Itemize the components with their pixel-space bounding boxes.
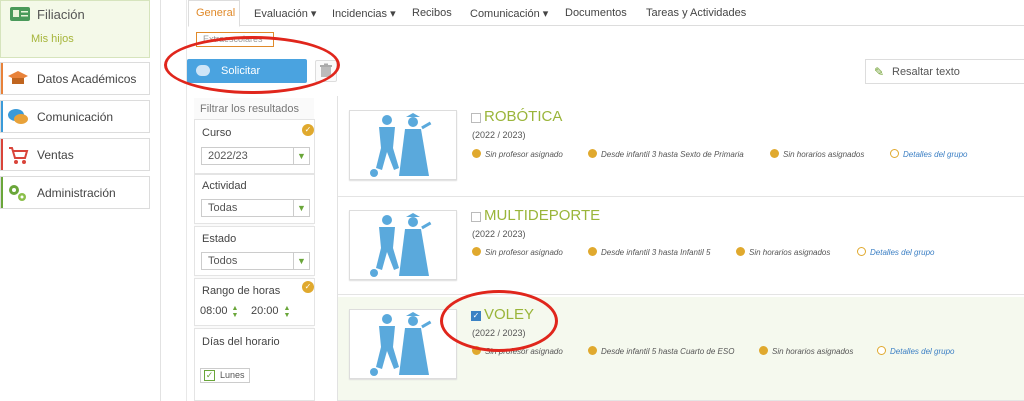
activity-year: (2022 / 2023) — [472, 130, 526, 140]
checkbox-lunes[interactable]: ✓ Lunes — [200, 368, 250, 383]
activity-profesor: Sin profesor asignado — [472, 149, 563, 159]
filter-curso-label: Curso — [202, 127, 232, 139]
detalles-grupo-link[interactable]: Detalles del grupo — [857, 247, 934, 257]
sidebar-item-label: Ventas — [37, 148, 74, 162]
tab-documentos[interactable]: Documentos — [565, 7, 627, 19]
sports-graduate-silhouette-icon — [370, 113, 432, 177]
check-badge-icon: ✓ — [302, 281, 314, 293]
spinner-arrows-icon[interactable]: ▲ ▼ — [230, 305, 240, 320]
detalles-grupo-link[interactable]: Detalles del grupo — [877, 346, 954, 356]
activity-horario: Sin horarios asignados — [770, 149, 864, 159]
sports-graduate-silhouette-icon — [370, 312, 432, 376]
user-icon — [472, 149, 481, 158]
sidebar-item-label: Administración — [37, 186, 116, 200]
sidebar: Filiación Mis hijos Datos Académicos Com… — [0, 0, 152, 401]
sidebar-item-ventas[interactable]: Ventas — [0, 138, 150, 171]
graduation-cap-icon — [8, 71, 28, 84]
check-badge-icon: ✓ — [302, 124, 314, 136]
subtab-extraescolares[interactable]: Extraescolares — [196, 32, 274, 47]
curso-value: 2022/23 — [208, 150, 248, 162]
gears-icon — [9, 185, 26, 201]
plus-circle-icon — [890, 149, 899, 158]
activity-rango: Desde infantil 5 hasta Cuarto de ESO — [588, 346, 734, 356]
estado-value: Todos — [208, 255, 238, 267]
tab-comunicacion[interactable]: Comunicación ▾ — [470, 7, 548, 20]
solicitar-button[interactable]: Solicitar — [187, 59, 307, 83]
activity-checkbox-checked[interactable]: ✓ — [471, 311, 481, 321]
highlighter-icon: ✎ — [874, 65, 885, 79]
chevron-down-icon: ▼ — [293, 253, 309, 269]
chat-bubbles-icon — [8, 109, 28, 124]
id-card-icon — [10, 7, 30, 21]
filters-title: Filtrar los resultados — [200, 103, 300, 115]
resaltar-placeholder: Resaltar texto — [892, 66, 960, 78]
activity-horario: Sin horarios asignados — [759, 346, 853, 356]
filter-dias-label: Días del horario — [202, 336, 280, 348]
pie-chart-icon — [588, 247, 597, 256]
tab-recibos[interactable]: Recibos — [412, 7, 452, 19]
plus-circle-icon — [857, 247, 866, 256]
sidebar-divider — [160, 0, 161, 401]
trash-icon — [320, 63, 332, 77]
activity-title: ROBÓTICA — [484, 108, 563, 125]
tab-incidencias[interactable]: Incidencias ▾ — [332, 7, 396, 20]
check-icon: ✓ — [204, 370, 215, 381]
sidebar-item-label: Datos Académicos — [37, 72, 137, 86]
activity-rango: Desde infantil 3 hasta Sexto de Primaria — [588, 149, 744, 159]
clock-icon — [770, 149, 779, 158]
activity-profesor: Sin profesor asignado — [472, 346, 563, 356]
user-icon — [472, 346, 481, 355]
pie-chart-icon — [588, 346, 597, 355]
sports-graduate-silhouette-icon — [370, 213, 432, 277]
pie-chart-icon — [588, 149, 597, 158]
spinner-arrows-icon[interactable]: ▲ ▼ — [282, 305, 292, 320]
resaltar-texto-input[interactable]: ✎ Resaltar texto — [865, 59, 1024, 84]
delete-button[interactable] — [315, 60, 337, 82]
activity-year: (2022 / 2023) — [472, 328, 526, 338]
sidebar-item-datos-academicos[interactable]: Datos Académicos — [0, 62, 150, 95]
plus-circle-icon — [877, 346, 886, 355]
hora-desde-input[interactable]: 08:00 — [200, 305, 228, 320]
filter-estado-label: Estado — [202, 233, 237, 245]
tab-evaluacion[interactable]: Evaluación ▾ — [254, 7, 316, 20]
sidebar-item-comunicacion[interactable]: Comunicación — [0, 100, 150, 133]
chevron-down-icon: ▼ — [293, 200, 309, 216]
chat-icon — [196, 65, 210, 76]
sidebar-link-mis-hijos[interactable]: Mis hijos — [31, 33, 74, 45]
filter-actividad-label: Actividad — [202, 180, 247, 192]
filter-rango-label: Rango de horas — [202, 285, 281, 297]
actividad-value: Todas — [208, 202, 238, 214]
tab-general[interactable]: General — [196, 7, 235, 19]
activity-horario: Sin horarios asignados — [736, 247, 830, 257]
sidebar-item-filiacion[interactable]: Filiación Mis hijos — [0, 0, 150, 58]
activity-profesor: Sin profesor asignado — [472, 247, 563, 257]
activity-title: MULTIDEPORTE — [484, 207, 601, 224]
actividad-select[interactable]: Todas ▼ — [201, 199, 310, 217]
activity-checkbox[interactable] — [471, 212, 481, 222]
shopping-cart-icon — [9, 147, 29, 164]
estado-select[interactable]: Todos ▼ — [201, 252, 310, 270]
activity-rango: Desde infantil 3 hasta Infantil 5 — [588, 247, 710, 257]
activity-year: (2022 / 2023) — [472, 229, 526, 239]
sidebar-item-label: Comunicación — [37, 110, 114, 124]
tab-tareas-actividades[interactable]: Tareas y Actividades — [646, 7, 746, 19]
clock-icon — [736, 247, 745, 256]
hora-hasta-input[interactable]: 20:00 — [251, 305, 279, 320]
solicitar-label: Solicitar — [221, 65, 261, 77]
sidebar-item-administracion[interactable]: Administración — [0, 176, 150, 209]
chevron-down-icon: ▼ — [293, 148, 309, 164]
activity-title: VOLEY — [484, 306, 535, 323]
sidebar-header-label: Filiación — [37, 7, 85, 22]
activity-checkbox[interactable] — [471, 113, 481, 123]
curso-select[interactable]: 2022/23 ▼ — [201, 147, 310, 165]
lunes-label: Lunes — [220, 370, 245, 380]
user-icon — [472, 247, 481, 256]
detalles-grupo-link[interactable]: Detalles del grupo — [890, 149, 967, 159]
clock-icon — [759, 346, 768, 355]
